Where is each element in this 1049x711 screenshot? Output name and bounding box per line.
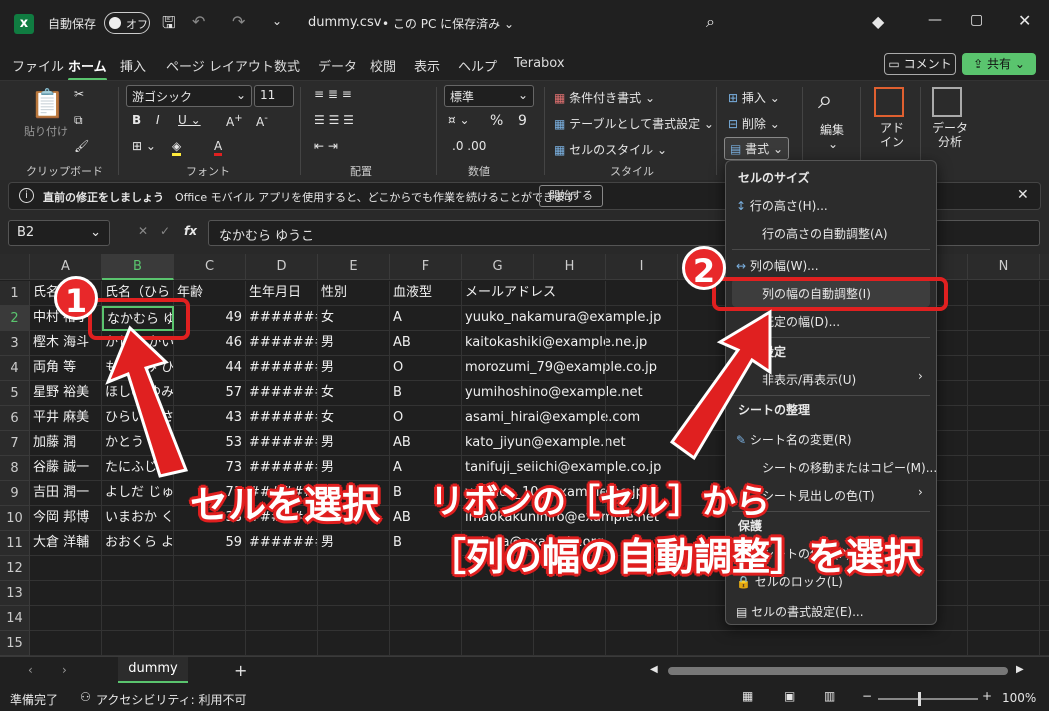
callout-2b: ［列の幅の自動調整］を選択 (428, 535, 923, 579)
callout-2a: リボンの［セル］から (430, 482, 770, 522)
arrow-1 (105, 325, 189, 478)
callout-1: セルを選択 (190, 483, 381, 527)
arrow-annotation-1 (105, 309, 772, 478)
arrow-2 (669, 309, 772, 461)
